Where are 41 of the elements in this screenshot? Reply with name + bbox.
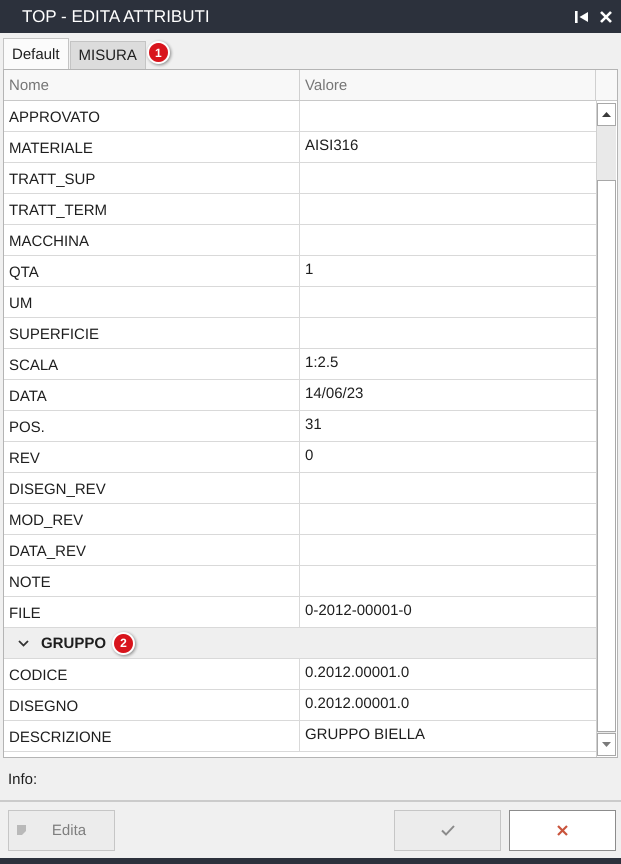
- attribute-name: DISEGN_REV: [4, 473, 300, 504]
- check-icon: [440, 824, 454, 836]
- close-icon[interactable]: [600, 10, 612, 22]
- attribute-name: UM: [4, 287, 300, 318]
- attribute-name: TRATT_TERM: [4, 194, 300, 225]
- caret-up-icon: [602, 112, 611, 117]
- attribute-name: DATA_REV: [4, 535, 300, 566]
- tag-icon: [17, 825, 26, 835]
- annotation-badge: 1: [146, 41, 170, 64]
- close-icon: [557, 824, 568, 836]
- chevron-down-icon[interactable]: [18, 638, 29, 648]
- attribute-name: MACCHINA: [4, 225, 300, 256]
- attribute-name: SUPERFICIE: [4, 318, 300, 349]
- tab[interactable]: MISURA: [70, 41, 146, 69]
- info-label: Info:: [8, 770, 38, 788]
- scroll-up-button[interactable]: [597, 103, 616, 126]
- window-title: TOP - EDITA ATTRIBUTI: [22, 6, 211, 26]
- attribute-name: QTA: [4, 256, 300, 287]
- attribute-name: NOTE: [4, 566, 300, 597]
- attribute-name: CODICE: [4, 659, 300, 690]
- attribute-name: DESCRIZIONE: [4, 721, 300, 752]
- tab[interactable]: Default: [3, 38, 69, 69]
- group-row[interactable]: GRUPPO 2: [4, 628, 596, 659]
- attribute-name: MATERIALE: [4, 132, 300, 163]
- dock-icon[interactable]: [575, 10, 588, 22]
- attribute-name: MOD_REV: [4, 504, 300, 535]
- column-header[interactable]: Valore: [300, 70, 596, 100]
- column-header[interactable]: Nome: [4, 70, 300, 100]
- scroll-down-button[interactable]: [597, 733, 616, 756]
- cancel-button[interactable]: [509, 810, 616, 850]
- attribute-name: TRATT_SUP: [4, 163, 300, 194]
- attribute-name: POS.: [4, 411, 300, 442]
- scrollbar[interactable]: [596, 101, 617, 757]
- attribute-name: DISEGNO: [4, 690, 300, 721]
- attribute-name: APPROVATO: [4, 101, 300, 132]
- annotation-badge: 2: [112, 632, 136, 654]
- attribute-name: DATA: [4, 380, 300, 411]
- caret-down-icon: [602, 742, 611, 747]
- group-title: GRUPPO: [41, 634, 106, 652]
- attribute-name: SCALA: [4, 349, 300, 380]
- attribute-name: REV: [4, 442, 300, 473]
